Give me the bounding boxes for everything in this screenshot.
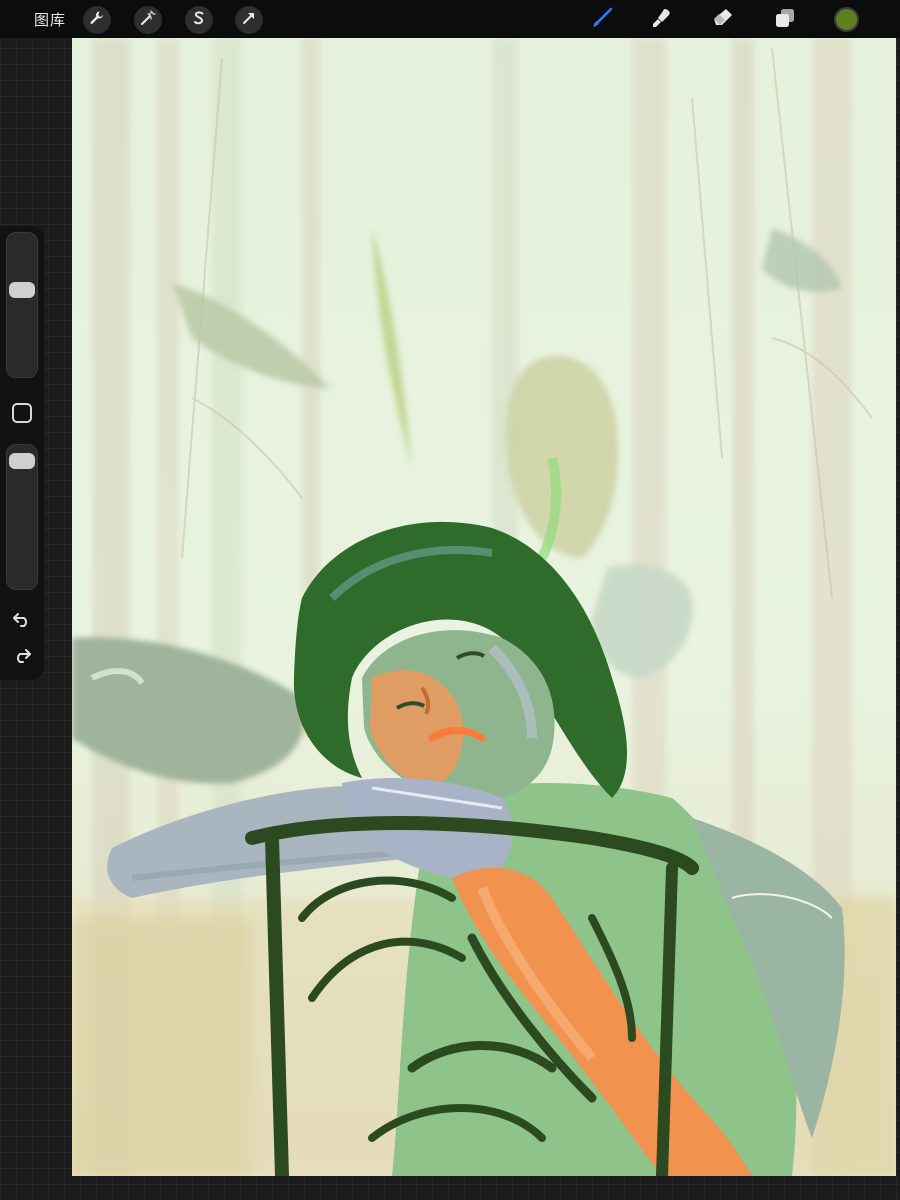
opacity-slider-thumb[interactable] — [9, 453, 35, 470]
brush-size-slider[interactable] — [6, 232, 38, 378]
painting-artwork — [72, 38, 896, 1176]
selection-button[interactable] — [185, 6, 213, 34]
brush-size-slider-thumb[interactable] — [9, 282, 35, 299]
adjustments-button[interactable] — [134, 6, 162, 34]
magic-wand-icon — [140, 9, 156, 31]
side-panel — [0, 226, 44, 680]
selection-icon — [191, 10, 207, 31]
undo-icon — [12, 610, 32, 633]
opacity-slider[interactable] — [6, 444, 38, 590]
transform-arrow-icon — [241, 10, 257, 31]
undo-button[interactable] — [9, 610, 35, 632]
redo-icon — [12, 646, 32, 669]
top-toolbar: 图库 — [0, 0, 900, 38]
smudge-tool[interactable] — [647, 5, 677, 35]
eraser-icon — [711, 6, 735, 35]
drawing-canvas[interactable] — [72, 38, 896, 1176]
modify-button[interactable] — [12, 403, 32, 423]
redo-button[interactable] — [9, 646, 35, 668]
layers-tool[interactable] — [770, 5, 800, 35]
color-picker-swatch[interactable] — [834, 7, 859, 32]
wrench-icon — [89, 10, 105, 31]
gallery-button[interactable]: 图库 — [34, 9, 66, 30]
layers-icon — [773, 6, 797, 35]
smudge-icon — [650, 6, 674, 35]
brush-icon — [590, 6, 614, 35]
eraser-tool[interactable] — [708, 5, 738, 35]
transform-button[interactable] — [235, 6, 263, 34]
brush-tool[interactable] — [587, 5, 617, 35]
actions-button[interactable] — [83, 6, 111, 34]
